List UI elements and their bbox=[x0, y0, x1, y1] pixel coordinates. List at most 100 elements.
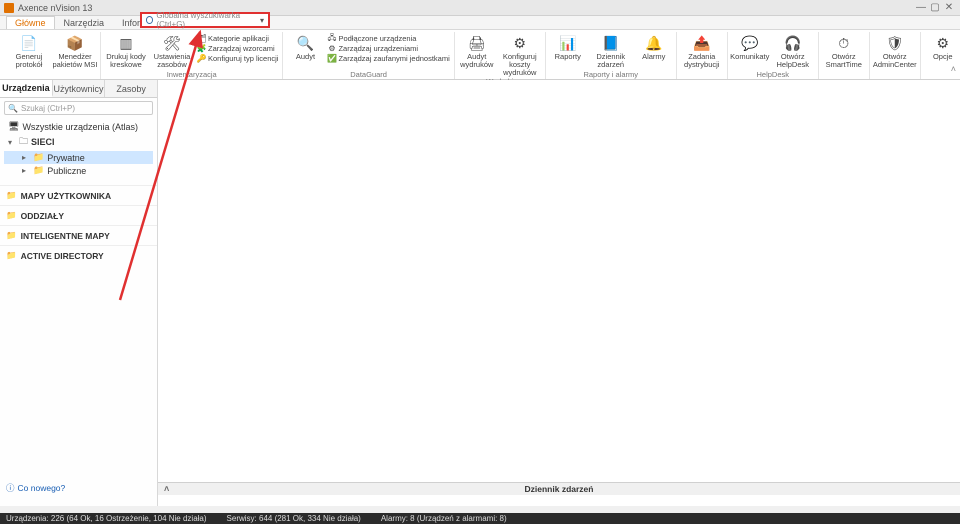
ribbon-button-label: Audyt bbox=[296, 53, 315, 61]
menedzer-pakietow-msi-button[interactable]: 📦Menedżerpakietów MSI bbox=[52, 32, 98, 69]
sidebar-tab-urządzenia[interactable]: Urządzenia bbox=[0, 80, 53, 97]
alarmy-icon: 🔔 bbox=[645, 34, 663, 52]
ribbon-group: 🛡OtwórzAdminCenter bbox=[870, 32, 921, 79]
global-search[interactable]: Globalna wyszukiwarka (Ctrl+G) ▾ bbox=[140, 12, 270, 28]
tree-node-label: Prywatne bbox=[47, 153, 85, 163]
ribbon-small-item[interactable]: 🖧Podłączone urządzenia bbox=[327, 34, 449, 43]
ribbon-button-label: Audytwydruków bbox=[460, 53, 493, 69]
journal-bar[interactable]: ˄ Dziennik zdarzeń bbox=[158, 482, 960, 495]
otworz-admincenter-button[interactable]: 🛡OtwórzAdminCenter bbox=[872, 32, 918, 69]
chevron-down-icon: ▾ bbox=[260, 16, 264, 25]
komunikaty-button[interactable]: 💬Komunikaty bbox=[730, 32, 770, 61]
ustawienia-zasobow-icon: 🛠 bbox=[163, 34, 181, 52]
ribbon-small-item[interactable]: ⚙Zarządzaj urządzeniami bbox=[327, 44, 449, 53]
sidebar-search[interactable]: 🔍 Szukaj (Ctrl+P) bbox=[4, 101, 153, 115]
ribbon-button-label: OtwórzSmartTime bbox=[826, 53, 862, 69]
ribbon-small-item[interactable]: 🧩Zarządzaj wzorcami bbox=[197, 44, 278, 53]
ribbon-button-label: Komunikaty bbox=[730, 53, 769, 61]
folder-icon: 📁 bbox=[6, 210, 17, 221]
maximize-button[interactable]: ▢ bbox=[928, 2, 942, 13]
sidebar-category-mapy-użytkownika[interactable]: 📁MAPY UŻYTKOWNIKA bbox=[0, 185, 157, 205]
menedzer-pakietow-msi-icon: 📦 bbox=[66, 34, 84, 52]
drukuj-kody-kreskowe-button[interactable]: ▥Drukuj kodykreskowe bbox=[103, 32, 149, 69]
ribbon: 📄Generujprotokół📦Menedżerpakietów MSI▥Dr… bbox=[0, 30, 960, 80]
sidebar-category-oddziały[interactable]: 📁 ODDZIAŁY bbox=[0, 205, 157, 225]
dziennik-zdarzen-button[interactable]: 📘Dziennikzdarzeń bbox=[588, 32, 634, 69]
audyt-button[interactable]: 🔍Audyt bbox=[285, 32, 325, 61]
sidebar-tab-użytkownicy[interactable]: Użytkownicy bbox=[53, 80, 106, 97]
opcje-button[interactable]: ⚙Opcje bbox=[923, 32, 960, 61]
content-area: ˄ Dziennik zdarzeń bbox=[158, 80, 960, 506]
ribbon-button-label: OtwórzAdminCenter bbox=[873, 53, 917, 69]
small-item-icon: 🧩 bbox=[197, 44, 206, 53]
menu-row: GłówneNarzędziaInformacje o nVision Glob… bbox=[0, 16, 960, 30]
ribbon-button-label: Alarmy bbox=[642, 53, 665, 61]
alarmy-button[interactable]: 🔔Alarmy bbox=[634, 32, 674, 61]
zadania-dystrybucji-button[interactable]: 📤Zadaniadystrybucji bbox=[679, 32, 725, 69]
ribbon-group-label: Raporty i alarmy bbox=[583, 69, 638, 79]
category-label: INTELIGENTNE MAPY bbox=[21, 231, 110, 241]
small-item-label: Zarządzaj zaufanymi jednostkami bbox=[338, 54, 449, 63]
sidebar-tab-zasoby[interactable]: Zasoby bbox=[105, 80, 157, 97]
folder-icon: 🗀 bbox=[19, 134, 28, 150]
menu-tab-główne[interactable]: Główne bbox=[6, 16, 55, 29]
ribbon-small-rows: 🖧Podłączone urządzenia⚙Zarządzaj urządze… bbox=[325, 32, 451, 63]
audyt-wydrukow-button[interactable]: 🖨Audytwydruków bbox=[457, 32, 497, 69]
sidebar: UrządzeniaUżytkownicyZasoby 🔍 Szukaj (Ct… bbox=[0, 80, 158, 506]
global-search-placeholder: Globalna wyszukiwarka (Ctrl+G) bbox=[156, 11, 260, 29]
small-item-icon: 🗂 bbox=[197, 34, 206, 43]
folder-icon: 📁 bbox=[33, 152, 44, 163]
ribbon-collapse-icon[interactable]: ˄ bbox=[951, 64, 956, 74]
sidebar-category-active-directory[interactable]: 📁ACTIVE DIRECTORY bbox=[0, 245, 157, 265]
audyt-icon: 🔍 bbox=[296, 34, 314, 52]
minimize-button[interactable]: — bbox=[914, 2, 928, 13]
ribbon-small-item[interactable]: 🗂Kategorie aplikacji bbox=[197, 34, 278, 43]
konfiguruj-koszty-wydrukow-button[interactable]: ⚙Konfigurujkoszty wydruków bbox=[497, 32, 543, 77]
ribbon-button-label: Menedżerpakietów MSI bbox=[52, 53, 97, 69]
ribbon-button-label: Zadaniadystrybucji bbox=[684, 53, 719, 69]
small-item-icon: ⚙ bbox=[327, 44, 336, 53]
ustawienia-zasobow-button[interactable]: 🛠Ustawieniazasobów bbox=[149, 32, 195, 69]
search-icon: 🔍 bbox=[8, 104, 18, 113]
app-title: Axence nVision 13 bbox=[18, 3, 92, 13]
otworz-helpdesk-button[interactable]: 🎧OtwórzHelpDesk bbox=[770, 32, 816, 69]
ribbon-button-label: Drukuj kodykreskowe bbox=[106, 53, 146, 69]
ribbon-group-label: HelpDesk bbox=[757, 69, 790, 79]
chevron-up-icon: ˄ bbox=[164, 484, 169, 494]
menu-tab-narzędzia[interactable]: Narzędzia bbox=[55, 16, 114, 29]
komunikaty-icon: 💬 bbox=[741, 34, 759, 52]
sidebar-tree: 🖥 Wszystkie urządzenia (Atlas) ▾ 🗀 SIECI… bbox=[0, 118, 157, 179]
category-label: ODDZIAŁY bbox=[21, 211, 64, 221]
ribbon-group-label: Inwentaryzacja bbox=[167, 69, 217, 79]
app-icon bbox=[4, 3, 14, 13]
ribbon-group: 💬Komunikaty🎧OtwórzHelpDeskHelpDesk bbox=[728, 32, 819, 79]
zadania-dystrybucji-icon: 📤 bbox=[693, 34, 711, 52]
chevron-right-icon: ▸ bbox=[22, 166, 30, 175]
whats-new-link[interactable]: ⓘ Co nowego? bbox=[4, 481, 67, 495]
close-button[interactable]: ✕ bbox=[942, 2, 956, 13]
ribbon-button-label: Konfigurujkoszty wydruków bbox=[497, 53, 543, 77]
tree-root-sieci[interactable]: ▾ 🗀 SIECI bbox=[4, 133, 153, 151]
otworz-smarttime-button[interactable]: ⏱OtwórzSmartTime bbox=[821, 32, 867, 69]
sidebar-category-inteligentne-mapy[interactable]: 📁INTELIGENTNE MAPY bbox=[0, 225, 157, 245]
sidebar-categories: 📁MAPY UŻYTKOWNIKA 📁 ODDZIAŁY 📁INTELIGENTNE … bbox=[0, 185, 157, 265]
drukuj-kody-kreskowe-icon: ▥ bbox=[117, 34, 135, 52]
ribbon-button-label: Opcje bbox=[933, 53, 953, 61]
ribbon-small-item[interactable]: 🔑Konfiguruj typ licencji bbox=[197, 54, 278, 63]
sidebar-tabs: UrządzeniaUżytkownicyZasoby bbox=[0, 80, 157, 98]
status-bar: Urządzenia: 226 (64 Ok, 16 Ostrzeżenie, … bbox=[0, 513, 960, 524]
ribbon-group: 🔍Audyt🖧Podłączone urządzenia⚙Zarządzaj u… bbox=[283, 32, 454, 79]
tree-node-prywatne[interactable]: ▸📁Prywatne bbox=[4, 151, 153, 164]
raporty-icon: 📊 bbox=[559, 34, 577, 52]
small-item-label: Zarządzaj wzorcami bbox=[208, 44, 275, 53]
small-item-icon: 🔑 bbox=[197, 54, 206, 63]
tree-node-publiczne[interactable]: ▸📁Publiczne bbox=[4, 164, 153, 177]
small-item-icon: 🖧 bbox=[327, 34, 336, 43]
ribbon-button-label: Generujprotokół bbox=[16, 53, 43, 69]
tree-all-devices[interactable]: 🖥 Wszystkie urządzenia (Atlas) bbox=[4, 120, 153, 133]
ribbon-small-item[interactable]: ✅Zarządzaj zaufanymi jednostkami bbox=[327, 54, 449, 63]
generuj-protokol-button[interactable]: 📄Generujprotokół bbox=[6, 32, 52, 69]
raporty-button[interactable]: 📊Raporty bbox=[548, 32, 588, 61]
globe-icon bbox=[146, 16, 153, 24]
status-alarms: Alarmy: 8 (Urządzeń z alarmami: 8) bbox=[381, 514, 507, 523]
